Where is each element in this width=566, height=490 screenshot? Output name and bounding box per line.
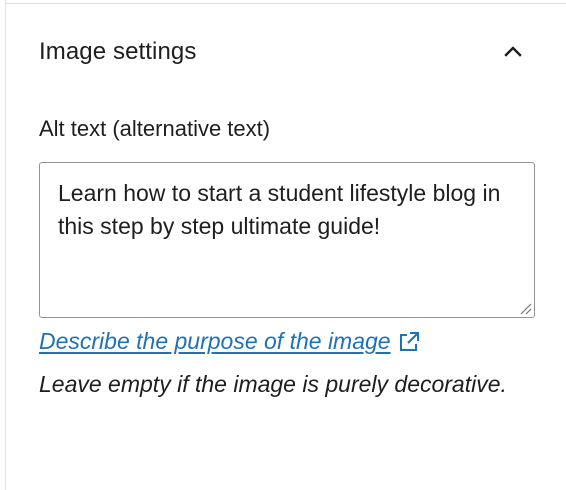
image-settings-panel: Image settings Alt text (alternative tex… <box>5 0 566 490</box>
chevron-up-icon[interactable] <box>500 39 526 65</box>
describe-purpose-link-label: Describe the purpose of the image <box>39 328 391 354</box>
alt-text-label: Alt text (alternative text) <box>39 116 271 141</box>
external-link-icon <box>399 331 419 351</box>
alt-text-textarea[interactable]: Learn how to start a student lifestyle b… <box>39 162 535 318</box>
alt-text-help-description: Leave empty if the image is purely decor… <box>39 371 507 397</box>
resize-handle-icon[interactable] <box>518 301 532 315</box>
panel-title: Image settings <box>39 38 197 65</box>
alt-text-value: Learn how to start a student lifestyle b… <box>58 180 501 239</box>
image-settings-toggle[interactable]: Image settings <box>6 4 566 100</box>
describe-purpose-link[interactable]: Describe the purpose of the image <box>39 328 421 355</box>
